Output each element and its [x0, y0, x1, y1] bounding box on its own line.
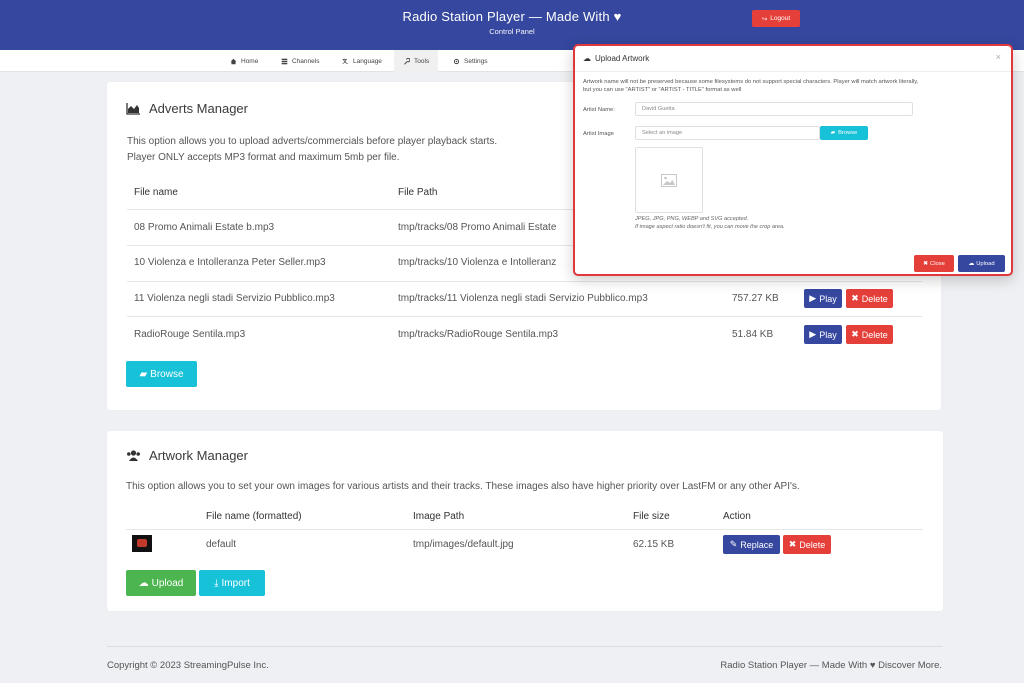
artwork-thumbnail [132, 535, 152, 552]
accepted-formats-hint: JPEG, JPG, PNG, WEBP and SVG accepted. [635, 216, 749, 222]
app-header: Radio Station Player — Made With ♥ Contr… [0, 0, 1024, 50]
artwork-image-path: tmp/images/default.jpg [413, 539, 514, 550]
logout-icon: ↪ [761, 15, 768, 23]
crop-hint: If image aspect ratio doesn't fit, you c… [635, 224, 785, 230]
modal-upload-button[interactable]: ☁ Upload [958, 255, 1005, 272]
nav-label: Channels [292, 57, 320, 65]
nav-item-home[interactable]: Home [221, 50, 267, 72]
modal-header: ☁ Upload Artwork × [575, 46, 1011, 72]
artist-image-input[interactable]: Select an image [635, 126, 820, 140]
nav-label: Home [241, 57, 259, 65]
column-header-image-path: Image Path [413, 511, 465, 522]
cloud-upload-icon: ☁ [968, 260, 975, 267]
artist-name-input[interactable]: David Guetta [635, 102, 913, 116]
footer-divider [107, 646, 943, 647]
modal-close-icon[interactable]: × [996, 52, 1001, 62]
advert-file-path: tmp/tracks/11 Violenza negli stadi Servi… [398, 293, 648, 304]
advert-file-name: 11 Violenza negli stadi Servizio Pubblic… [134, 293, 335, 304]
nav-item-tools[interactable]: Tools [394, 50, 439, 72]
advert-file-path: tmp/tracks/10 Violenza e Intolleranz [398, 257, 557, 268]
download-icon: ⤓ [214, 577, 219, 589]
adverts-description: This option allows you to upload adverts… [127, 136, 498, 163]
play-button[interactable]: ▶ Play [804, 325, 842, 344]
language-icon [342, 58, 348, 64]
upload-button[interactable]: ☁ Upload [126, 570, 196, 596]
play-icon: ▶ [809, 329, 817, 339]
artist-name-label: Artist Name: [583, 107, 615, 113]
modal-browse-button[interactable]: ▰ Browse [820, 126, 868, 140]
delete-button[interactable]: ✖ Delete [846, 325, 893, 344]
advert-file-name: RadioRouge Sentila.mp3 [134, 329, 246, 340]
channels-icon [281, 58, 288, 64]
logout-button[interactable]: ↪ Logout [752, 10, 800, 27]
nav-label: Tools [414, 57, 430, 65]
artwork-description: This option allows you to set your own i… [126, 481, 800, 492]
cloud-upload-icon: ☁ [138, 577, 149, 589]
close-icon: ✖ [851, 329, 859, 339]
divider [127, 316, 922, 317]
modal-close-button[interactable]: ✖ Close [914, 255, 954, 272]
advert-file-size: 51.84 KB [732, 329, 774, 340]
app-title: Radio Station Player — Made With ♥ [402, 9, 622, 24]
artwork-title: Artwork Manager [126, 448, 248, 463]
delete-button[interactable]: ✖ Delete [846, 289, 893, 308]
advert-file-size: 757.27 KB [732, 293, 779, 304]
folder-open-icon: ▰ [139, 368, 148, 380]
footer-copyright: Copyright © 2023 StreamingPulse Inc. [107, 660, 269, 671]
nav-label: Language [353, 57, 382, 65]
cloud-upload-icon: ☁ [583, 54, 591, 63]
replace-button[interactable]: ✎ Replace [723, 535, 780, 554]
import-button[interactable]: ⤓ Import [199, 570, 265, 596]
advert-file-path: tmp/tracks/08 Promo Animali Estate [398, 222, 557, 233]
divider [127, 281, 922, 282]
close-icon: ✖ [923, 260, 929, 267]
column-header-action: Action [723, 511, 751, 522]
nav-item-settings[interactable]: Settings [444, 50, 497, 72]
nav-item-language[interactable]: Language [333, 50, 391, 72]
column-header-file-path: File Path [398, 187, 438, 198]
footer-discover-more[interactable]: Radio Station Player — Made With ♥ Disco… [720, 660, 942, 671]
delete-button[interactable]: ✖ Delete [783, 535, 831, 554]
artwork-file-name: default [206, 539, 237, 550]
app-subtitle: Control Panel [489, 27, 535, 36]
play-button[interactable]: ▶ Play [804, 289, 842, 308]
close-icon: ✖ [851, 293, 859, 303]
wrench-icon [404, 57, 410, 65]
divider [126, 529, 923, 530]
artwork-file-size: 62.15 KB [633, 539, 675, 550]
browse-adverts-button[interactable]: ▰ Browse [126, 361, 197, 387]
users-icon [127, 450, 140, 461]
play-icon: ▶ [809, 293, 817, 303]
nav-label: Settings [464, 57, 488, 65]
image-preview [635, 147, 703, 213]
artist-image-label: Artist Image [583, 131, 614, 137]
logout-label: Logout [770, 15, 791, 22]
nav-item-channels[interactable]: Channels [272, 50, 328, 72]
gear-icon [453, 58, 460, 64]
advert-file-name: 10 Violenza e Intolleranza Peter Seller.… [134, 257, 326, 268]
advert-file-name: 08 Promo Animali Estate b.mp3 [134, 222, 275, 233]
advert-file-path: tmp/tracks/RadioRouge Sentila.mp3 [398, 329, 559, 340]
upload-artwork-modal: ☁ Upload Artwork × Artwork name will not… [573, 44, 1013, 276]
close-icon: ✖ [788, 539, 797, 549]
folder-open-icon: ▰ [830, 130, 836, 136]
column-header-file-size: File size [633, 511, 670, 522]
area-chart-icon [126, 103, 140, 115]
modal-note: Artwork name will not be preserved becau… [583, 79, 919, 93]
edit-icon: ✎ [729, 539, 738, 549]
modal-title: ☁ Upload Artwork [583, 54, 650, 63]
column-header-file-name: File name [134, 187, 178, 198]
home-icon [230, 58, 237, 64]
adverts-title: Adverts Manager [126, 101, 248, 116]
image-placeholder-icon [661, 173, 677, 187]
column-header-file-name-formatted: File name (formatted) [206, 511, 302, 522]
